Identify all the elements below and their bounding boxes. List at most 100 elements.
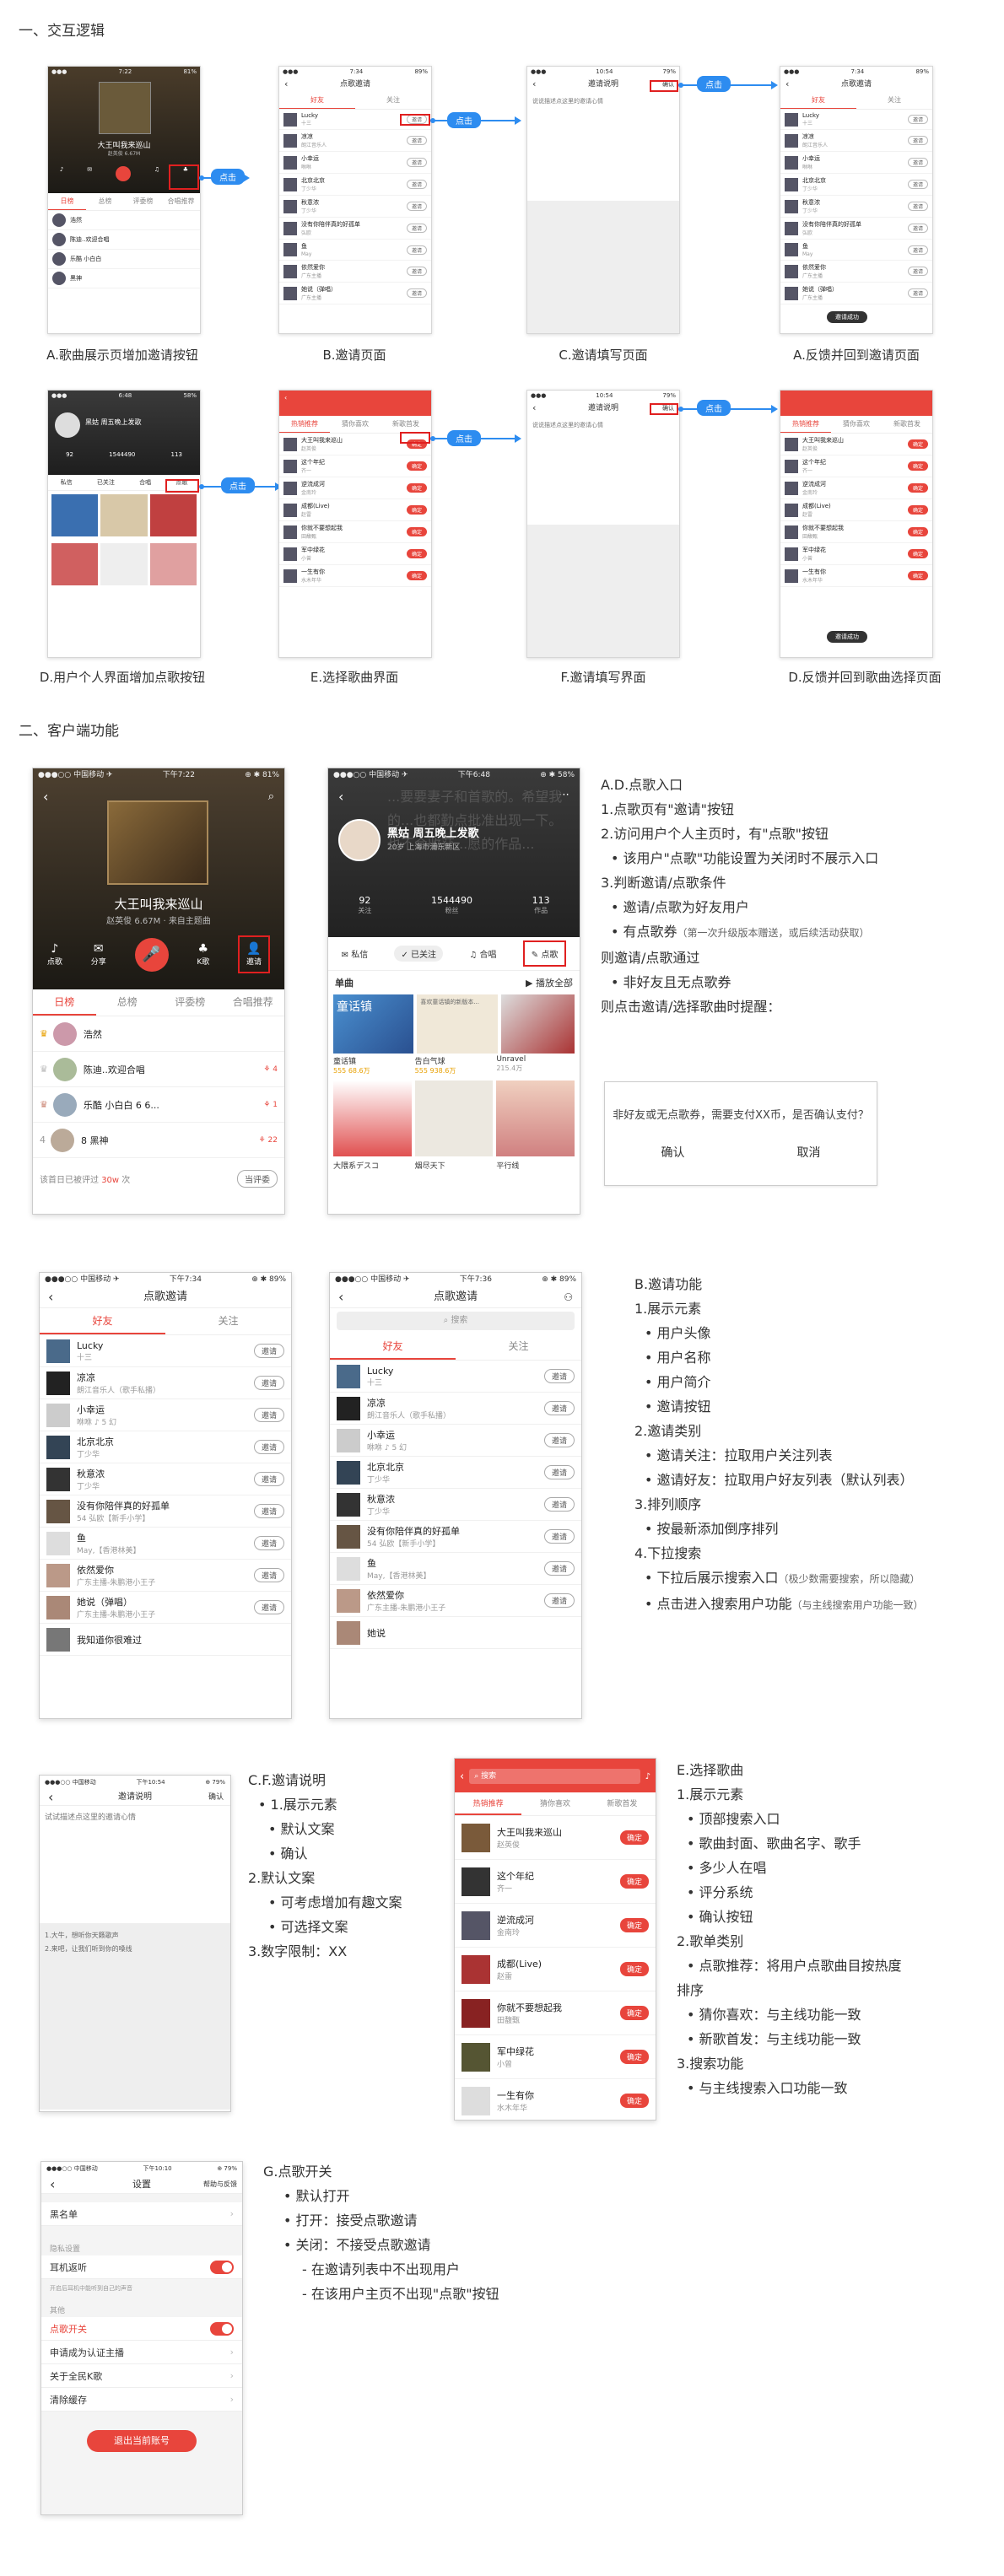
album-tile[interactable] xyxy=(414,1081,494,1156)
invite-note-input[interactable]: 试试描述点这里的邀请心情 xyxy=(40,1806,230,1924)
invite-button[interactable]: 邀请 xyxy=(253,1472,284,1486)
song-row[interactable]: 大王叫我来巡山 赵英俊 确定 xyxy=(455,1816,656,1860)
tab-hot[interactable]: 热销推荐 xyxy=(455,1792,522,1815)
add-user-icon[interactable]: ⚇ xyxy=(564,1286,573,1308)
list-item[interactable]: 小幸运 咻咻 ♪ 5 幻邀请 xyxy=(40,1399,291,1431)
song-row[interactable]: 一生有你 水木年华 确定 xyxy=(455,2079,656,2120)
tab-guess[interactable]: 猜你喜欢 xyxy=(521,1792,588,1815)
invite-button[interactable]: 邀请 xyxy=(543,1433,575,1447)
confirm-song-button[interactable]: 确定 xyxy=(619,1830,649,1845)
k-action[interactable]: ♣ K歌 xyxy=(197,942,209,967)
diange-toggle[interactable] xyxy=(210,2321,234,2336)
back-icon[interactable]: ‹ xyxy=(48,1286,53,1308)
tab-daily[interactable]: 日榜 xyxy=(33,989,96,1016)
rank-row[interactable]: ♛ 陈迪..欢迎合唱 ⚘ 4 xyxy=(33,1052,284,1087)
list-item[interactable]: 北京北京 丁少华 邀请 xyxy=(40,1431,291,1463)
invite-button[interactable]: 邀请 xyxy=(543,1465,575,1479)
tab-follow[interactable]: 关注 xyxy=(456,1334,581,1360)
back-icon[interactable]: ‹ xyxy=(338,1286,343,1308)
list-item[interactable]: 小幸运 咻咻 ♪ 5 幻邀请 xyxy=(330,1425,581,1457)
tab-friends[interactable]: 好友 xyxy=(40,1308,165,1334)
list-item[interactable]: 凉凉 朗江音乐人（歌手私播） 邀请 xyxy=(40,1367,291,1399)
confirm-song-button[interactable]: 确定 xyxy=(619,1918,649,1932)
mic-icon[interactable]: ♪ xyxy=(645,1772,650,1781)
album-tile[interactable] xyxy=(333,1081,412,1156)
invite-button[interactable]: 邀请 xyxy=(253,1504,284,1518)
album-tile[interactable] xyxy=(500,994,575,1054)
invite-button[interactable]: 邀请 xyxy=(253,1600,284,1614)
invite-button[interactable]: 邀请 xyxy=(253,1440,284,1454)
judge-button[interactable]: 当评委 xyxy=(237,1170,278,1188)
list-item[interactable]: 北京北京 丁少华 邀请 xyxy=(330,1457,581,1489)
confirm-song-button[interactable]: 确定 xyxy=(619,2006,649,2020)
invite-button[interactable]: 邀请 xyxy=(543,1561,575,1576)
tab-chorus[interactable]: 合唱推荐 xyxy=(222,989,285,1016)
confirm-song-button[interactable]: 确定 xyxy=(619,1962,649,1976)
search-input[interactable]: ⌕ 搜索 xyxy=(469,1769,640,1784)
confirm-song-button[interactable]: 确定 xyxy=(619,1874,649,1889)
invite-button[interactable]: 邀请 xyxy=(253,1568,284,1582)
rank-row[interactable]: 48 黑神 ⚘ 22 xyxy=(33,1123,284,1158)
confirm-button[interactable]: 确认 xyxy=(208,1789,224,1806)
list-item[interactable]: 她说 xyxy=(330,1617,581,1649)
tab-new[interactable]: 新歌首发 xyxy=(589,1792,656,1815)
list-item[interactable]: 依然爱你 广东主播-朱鹏港小王子 邀请 xyxy=(40,1560,291,1592)
song-row[interactable]: 这个年纪 齐一 确定 xyxy=(455,1860,656,1904)
invite-button[interactable]: 邀请 xyxy=(543,1593,575,1608)
search-icon[interactable]: ⌕ xyxy=(268,790,274,803)
invite-button[interactable]: 邀请 xyxy=(253,1408,284,1422)
preset-tip[interactable]: 2.来吧，让我们听到你的嗓线 xyxy=(45,1943,225,1956)
pay-cancel-button[interactable]: 取消 xyxy=(797,1144,821,1161)
search-input[interactable]: ⌕ 搜索 xyxy=(337,1312,575,1330)
back-icon[interactable]: ‹ xyxy=(338,789,343,805)
invite-button[interactable]: 邀请 xyxy=(543,1401,575,1415)
confirm-song-button[interactable]: 确定 xyxy=(619,2050,649,2064)
followed-button[interactable]: ✓ 已关注 xyxy=(394,946,444,962)
settings-row-about[interactable]: 关于全民K歌 › xyxy=(41,2364,242,2388)
logout-button[interactable]: 退出当前账号 xyxy=(87,2430,197,2452)
share-action[interactable]: ✉ 分享 xyxy=(91,942,106,967)
list-item[interactable]: 凉凉 朗江音乐人（歌手私播） 邀请 xyxy=(330,1393,581,1425)
list-item[interactable]: 依然爱你 广东主播-朱鹏港小王子 邀请 xyxy=(330,1585,581,1617)
diange-button[interactable]: ✎ 点歌 xyxy=(522,940,567,967)
list-item[interactable]: 秋意浓 丁少华 邀请 xyxy=(40,1463,291,1495)
song-row[interactable]: 成都(Live) 赵雷 确定 xyxy=(455,1948,656,1991)
album-tile[interactable]: 喜欢童话镇的新版本... xyxy=(417,994,498,1054)
back-icon[interactable]: ‹ xyxy=(50,2175,55,2194)
diange-action[interactable]: ♪ 点歌 xyxy=(47,942,62,967)
mic-button[interactable]: 🎤 xyxy=(134,937,169,972)
list-item[interactable]: 没有你陪伴真的好孤单 54 弘欧【新手小学】 邀请 xyxy=(40,1495,291,1528)
album-tile[interactable] xyxy=(496,1081,575,1156)
settings-row-cache[interactable]: 清除缓存 › xyxy=(41,2388,242,2412)
invite-button[interactable]: 邀请 xyxy=(543,1369,575,1383)
chorus-button[interactable]: ♫ 合唱 xyxy=(469,947,496,960)
play-all-button[interactable]: ▶ 播放全部 xyxy=(526,976,573,989)
invite-action[interactable]: 👤 邀请 xyxy=(238,935,271,973)
list-item[interactable]: 没有你陪伴真的好孤单 54 弘欧【新手小学】 邀请 xyxy=(330,1521,581,1553)
list-item[interactable]: Lucky 十三 邀请 xyxy=(40,1335,291,1367)
settings-row-blacklist[interactable]: 黑名单 › xyxy=(41,2202,242,2226)
song-row[interactable]: 逆流成河 金南玲 确定 xyxy=(455,1904,656,1948)
tab-judge[interactable]: 评委榜 xyxy=(159,989,222,1016)
back-icon[interactable]: ‹ xyxy=(460,1770,464,1783)
help-feedback-link[interactable]: 帮助与反馈 xyxy=(203,2175,237,2194)
preset-tip[interactable]: 1.大牛，想听你天籁歌声 xyxy=(45,1929,225,1943)
rank-row[interactable]: ♛ 乐酷 小白白 6 6... ⚘ 1 xyxy=(33,1087,284,1123)
list-item[interactable]: 我知道你很难过 xyxy=(40,1624,291,1656)
song-row[interactable]: 你就不要想起我 田馥甄 确定 xyxy=(455,1991,656,2035)
invite-button[interactable]: 邀请 xyxy=(543,1529,575,1544)
settings-row-verify[interactable]: 申请成为认证主播 › xyxy=(41,2341,242,2364)
invite-button[interactable]: 邀请 xyxy=(253,1376,284,1390)
invite-button[interactable]: 邀请 xyxy=(253,1536,284,1550)
list-item[interactable]: 秋意浓 丁少华 邀请 xyxy=(330,1489,581,1521)
message-button[interactable]: ✉ 私信 xyxy=(342,947,369,960)
list-item[interactable]: 鱼 May,【香港林美】 邀请 xyxy=(330,1553,581,1585)
song-row[interactable]: 军中绿花 小曾 确定 xyxy=(455,2035,656,2079)
pay-confirm-button[interactable]: 确认 xyxy=(661,1144,685,1161)
list-item[interactable]: 她说（弹唱） 广东主播-朱鹏港小王子 邀请 xyxy=(40,1592,291,1624)
list-item[interactable]: 鱼 May,【香港林美】 邀请 xyxy=(40,1528,291,1560)
invite-button[interactable]: 邀请 xyxy=(253,1344,284,1358)
avatar[interactable] xyxy=(338,819,381,861)
tab-follow[interactable]: 关注 xyxy=(165,1308,291,1334)
tab-friends[interactable]: 好友 xyxy=(330,1334,456,1360)
